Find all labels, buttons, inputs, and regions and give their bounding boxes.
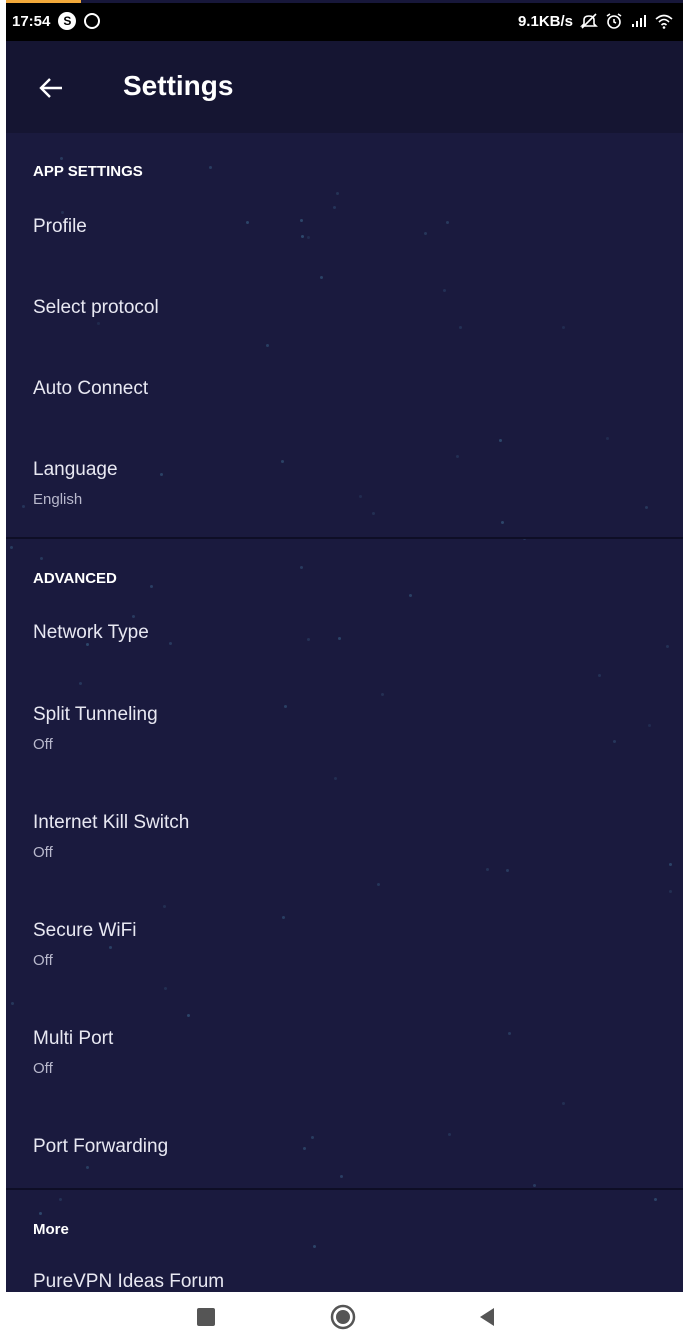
s-badge-icon: S: [58, 12, 77, 30]
arrow-left-icon[interactable]: [36, 73, 66, 103]
star-dot: [654, 1198, 657, 1201]
setting-secure-wifi[interactable]: Secure WiFi Off: [6, 899, 683, 1004]
setting-title: Split Tunneling: [33, 704, 158, 725]
setting-internet-kill-switch[interactable]: Internet Kill Switch Off: [6, 791, 683, 896]
setting-network-type[interactable]: Network Type: [6, 601, 683, 681]
signal-icon: [632, 15, 646, 27]
setting-value: English: [33, 491, 83, 508]
star-dot: [59, 1198, 62, 1201]
section-header-advanced: ADVANCED: [33, 570, 117, 587]
app-bar: Settings: [6, 41, 683, 133]
setting-value: Off: [33, 952, 53, 969]
star-dot: [300, 566, 303, 569]
setting-profile[interactable]: Profile: [6, 195, 683, 275]
recents-square-icon[interactable]: [195, 1306, 217, 1328]
page-title: Settings: [123, 70, 234, 101]
setting-value: Off: [33, 1060, 53, 1077]
status-time: 17:54: [12, 12, 51, 30]
star-dot: [60, 157, 63, 160]
setting-title: Auto Connect: [33, 378, 149, 399]
navigation-bar: [0, 1292, 683, 1344]
setting-multi-port[interactable]: Multi Port Off: [6, 1007, 683, 1112]
status-left: 17:54 S: [12, 12, 101, 30]
setting-title: Port Forwarding: [33, 1136, 169, 1157]
star-dot: [409, 594, 412, 597]
setting-purevpn-ideas-forum[interactable]: PureVPN Ideas Forum: [6, 1251, 683, 1292]
status-bar: 17:54 S 9.1KB/s: [6, 3, 683, 41]
setting-select-protocol[interactable]: Select protocol: [6, 276, 683, 356]
star-dot: [40, 557, 43, 560]
section-header-more: More: [33, 1221, 69, 1238]
alarm-icon: [606, 13, 622, 29]
back-triangle-icon[interactable]: [476, 1306, 498, 1328]
status-right: 9.1KB/s: [518, 12, 673, 30]
whatsapp-icon: [84, 13, 101, 29]
star-dot: [39, 1212, 42, 1215]
setting-title: Language: [33, 459, 118, 480]
star-dot: [313, 1245, 316, 1248]
star-dot: [150, 585, 153, 588]
settings-list[interactable]: APP SETTINGS Profile Select protocol Aut…: [6, 133, 683, 1292]
setting-language[interactable]: Language English: [6, 438, 683, 534]
star-dot: [209, 166, 212, 169]
setting-auto-connect[interactable]: Auto Connect: [6, 357, 683, 437]
setting-split-tunneling[interactable]: Split Tunneling Off: [6, 683, 683, 788]
setting-title: Network Type: [33, 622, 149, 643]
setting-title: Multi Port: [33, 1028, 114, 1049]
setting-value: Off: [33, 736, 53, 753]
star-dot: [10, 546, 13, 549]
section-header-app-settings: APP SETTINGS: [33, 163, 143, 180]
setting-title: Secure WiFi: [33, 920, 137, 941]
wifi-icon: [655, 14, 673, 29]
setting-port-forwarding[interactable]: Port Forwarding: [6, 1115, 683, 1187]
home-circle-icon[interactable]: [330, 1304, 356, 1330]
setting-title: Internet Kill Switch: [33, 812, 190, 833]
setting-title: Profile: [33, 216, 87, 237]
setting-title: PureVPN Ideas Forum: [33, 1271, 225, 1292]
net-speed: 9.1KB/s: [517, 12, 573, 30]
screen: 17:54 S 9.1KB/s Settings APP SETTINGS Pr…: [6, 0, 683, 1292]
setting-value: Off: [33, 844, 53, 861]
section-divider: [6, 537, 683, 539]
section-divider: [6, 1188, 683, 1190]
mute-icon: [580, 13, 598, 29]
setting-title: Select protocol: [33, 297, 159, 318]
